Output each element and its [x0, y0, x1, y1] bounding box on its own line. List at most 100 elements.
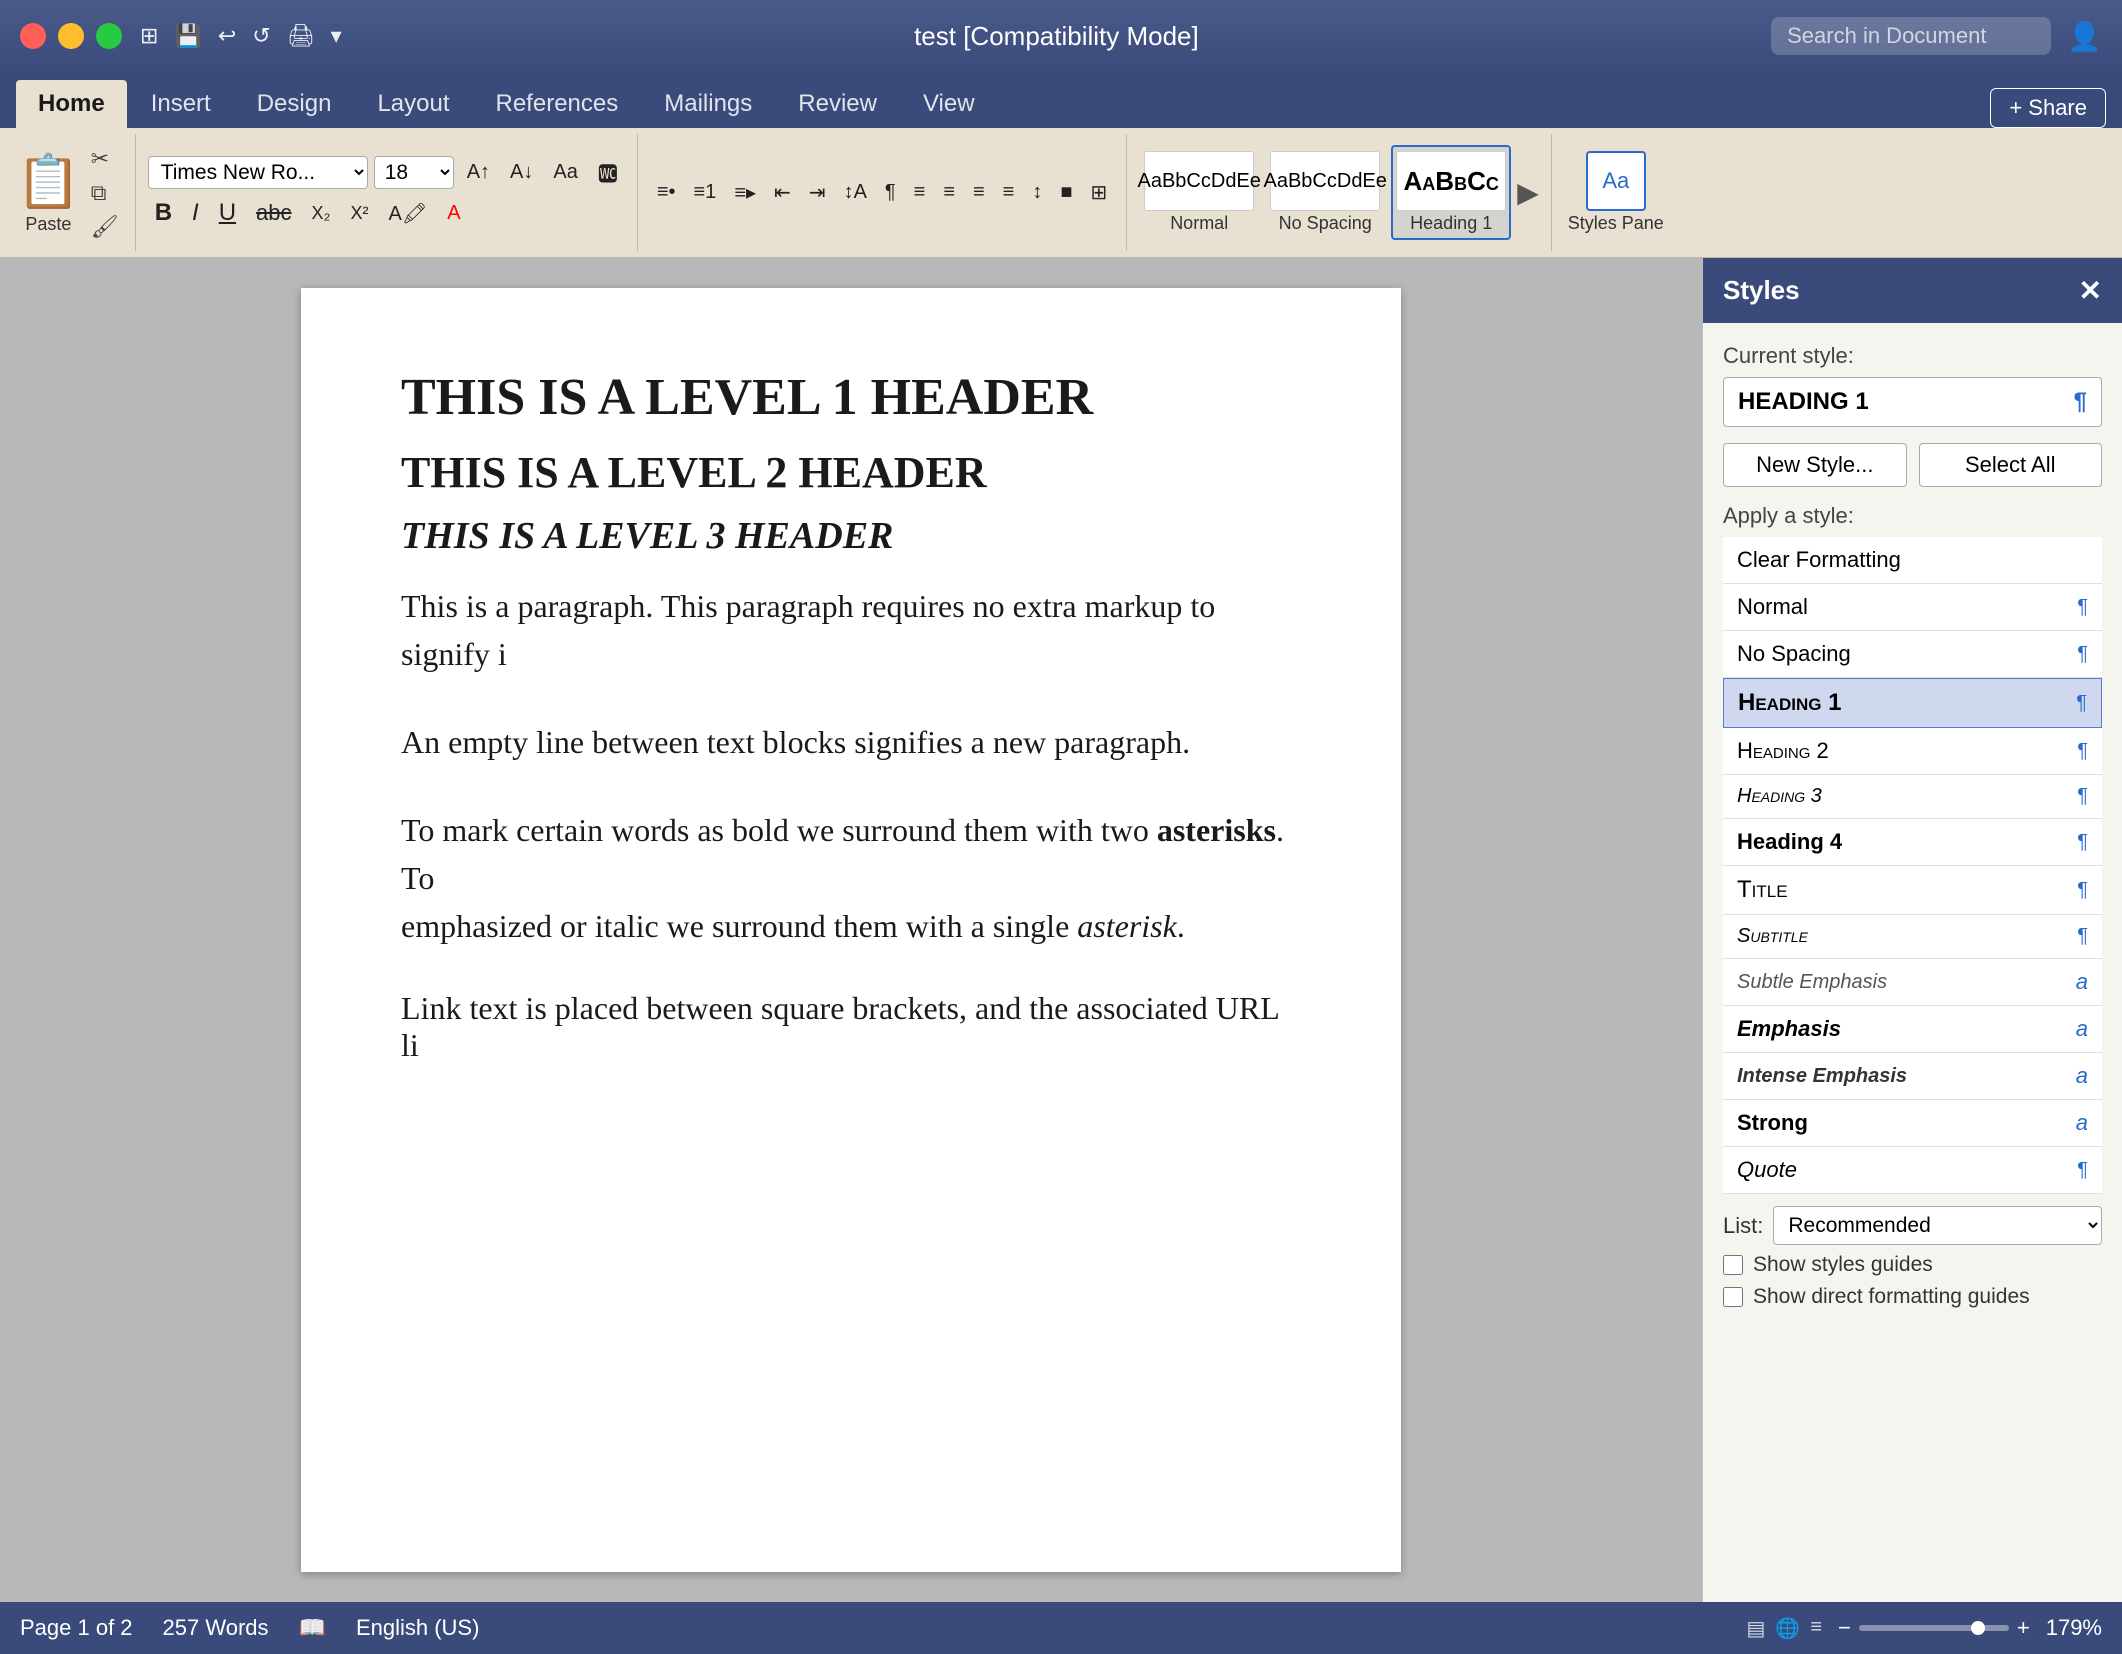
paste-icon[interactable]: 📋 [16, 151, 81, 212]
show-marks-btn[interactable]: ¶ [878, 177, 903, 208]
search-input[interactable] [1771, 17, 2051, 55]
align-center-btn[interactable]: ≡ [936, 177, 962, 208]
cut-icon[interactable]: ✂ [87, 144, 123, 174]
paste-area: 📋 Paste [16, 151, 81, 235]
dropdown-icon[interactable]: ▾ [331, 23, 342, 49]
style-item-heading1-label: Heading 1 [1738, 689, 1841, 717]
tab-mailings[interactable]: Mailings [642, 80, 774, 128]
show-direct-formatting-checkbox[interactable] [1723, 1287, 1743, 1307]
web-layout-icon[interactable]: 🌐 [1775, 1616, 1800, 1641]
style-item-heading4[interactable]: Heading 4 ¶ [1723, 819, 2102, 866]
align-left-btn[interactable]: ≡ [907, 177, 933, 208]
bold-button[interactable]: B [148, 195, 179, 231]
strikethrough-button[interactable]: abc [249, 196, 298, 230]
italic-button[interactable]: I [185, 195, 206, 231]
zoom-out-button[interactable]: − [1838, 1615, 1851, 1641]
style-item-title[interactable]: Title ¶ [1723, 866, 2102, 915]
align-right-btn[interactable]: ≡ [966, 177, 992, 208]
style-preview-normal[interactable]: AaBbCcDdEe Normal [1139, 147, 1259, 238]
zoom-in-button[interactable]: + [2017, 1615, 2030, 1641]
minimize-button[interactable] [58, 23, 84, 49]
superscript-button[interactable]: X² [344, 199, 376, 228]
traffic-lights [20, 23, 122, 49]
style-item-subtitle[interactable]: Subtitle ¶ [1723, 915, 2102, 959]
style-item-emphasis[interactable]: Emphasis a [1723, 1006, 2102, 1053]
save-icon[interactable]: 💾 [174, 23, 201, 49]
list-row: List: Recommended [1723, 1206, 2102, 1245]
font-size-select[interactable]: 18 [374, 156, 454, 189]
increase-font-btn[interactable]: A↑ [460, 157, 497, 188]
style-item-quote[interactable]: Quote ¶ [1723, 1147, 2102, 1194]
list-select[interactable]: Recommended [1773, 1206, 2102, 1245]
style-preview-nospacing[interactable]: AaBbCcDdEe No Spacing [1265, 147, 1385, 238]
account-icon[interactable]: 👤 [2067, 20, 2102, 53]
print-layout-icon[interactable]: ▤ [1747, 1616, 1766, 1641]
font-family-select[interactable]: Times New Ro... [148, 156, 368, 189]
sidebar-icon[interactable]: ⊞ [140, 23, 158, 49]
style-item-heading2[interactable]: Heading 2 ¶ [1723, 728, 2102, 775]
styles-scroll-arrow[interactable]: ▶ [1517, 176, 1539, 209]
clear-format-btn[interactable]: 🆏 [591, 154, 625, 191]
share-button[interactable]: + Share [1990, 88, 2106, 128]
read-mode-icon[interactable]: 📖 [299, 1615, 326, 1641]
styles-pane-close-button[interactable]: ✕ [2079, 274, 2102, 307]
redo-icon[interactable]: ↺ [252, 23, 270, 49]
doc-heading1: THIS IS A LEVEL 1 HEADER [401, 368, 1301, 427]
close-button[interactable] [20, 23, 46, 49]
copy-icon[interactable]: ⧉ [87, 178, 123, 208]
tab-view[interactable]: View [901, 80, 997, 128]
style-item-intense-em-label: Intense Emphasis [1737, 1065, 1907, 1088]
document: THIS IS A LEVEL 1 HEADER THIS IS A LEVEL… [301, 288, 1401, 1572]
tab-insert[interactable]: Insert [129, 80, 233, 128]
tab-references[interactable]: References [474, 80, 641, 128]
style-preview-heading1[interactable]: AaBbCc Heading 1 [1391, 145, 1511, 240]
line-spacing-btn[interactable]: ↕ [1025, 177, 1049, 208]
zoom-bar[interactable] [1859, 1625, 2009, 1631]
style-item-subtle-emphasis[interactable]: Subtle Emphasis a [1723, 959, 2102, 1006]
tab-design[interactable]: Design [235, 80, 354, 128]
subscript-button[interactable]: X₂ [305, 199, 338, 228]
style-item-nospacing[interactable]: No Spacing ¶ [1723, 631, 2102, 678]
decrease-font-btn[interactable]: A↓ [503, 157, 540, 188]
show-styles-guides-checkbox[interactable] [1723, 1255, 1743, 1275]
undo-icon[interactable]: ↩ [218, 23, 236, 49]
format-painter-icon[interactable]: 🖌 [87, 212, 123, 242]
show-styles-guides-label: Show styles guides [1753, 1253, 1933, 1277]
style-item-normal-label: Normal [1737, 594, 1808, 620]
outline-icon[interactable]: ≡ [1810, 1616, 1822, 1641]
tab-review[interactable]: Review [776, 80, 899, 128]
sort-btn[interactable]: ↕A [837, 177, 874, 208]
style-item-normal[interactable]: Normal ¶ [1723, 584, 2102, 631]
zoom-level: 179% [2046, 1615, 2102, 1641]
underline-button[interactable]: U [212, 195, 243, 231]
styles-pane-button[interactable]: Aa Styles Pane [1564, 147, 1668, 238]
shading-btn[interactable]: ■ [1053, 177, 1079, 208]
print-icon[interactable]: 🖨 [287, 23, 315, 49]
increase-indent-btn[interactable]: ⇥ [802, 176, 833, 209]
document-area[interactable]: THIS IS A LEVEL 1 HEADER THIS IS A LEVEL… [0, 258, 1702, 1602]
highlight-btn[interactable]: A🖍 [382, 197, 435, 230]
style-item-strong[interactable]: Strong a [1723, 1100, 2102, 1147]
style-item-clear-formatting[interactable]: Clear Formatting [1723, 537, 2102, 584]
select-all-button[interactable]: Select All [1919, 443, 2103, 487]
tab-layout[interactable]: Layout [355, 80, 471, 128]
font-color-btn[interactable]: A [440, 198, 467, 229]
decrease-indent-btn[interactable]: ⇤ [767, 176, 798, 209]
justify-btn[interactable]: ≡ [996, 177, 1022, 208]
change-case-btn[interactable]: Aa [546, 157, 584, 188]
doc-p3-end: . [1177, 908, 1185, 944]
doc-heading3: THIS IS A LEVEL 3 HEADER [401, 514, 1301, 558]
tab-home[interactable]: Home [16, 80, 127, 128]
numbering-btn[interactable]: ≡1 [687, 177, 724, 208]
clipboard-small: ✂ ⧉ 🖌 [87, 144, 123, 242]
new-style-button[interactable]: New Style... [1723, 443, 1907, 487]
maximize-button[interactable] [96, 23, 122, 49]
bullets-btn[interactable]: ≡• [650, 177, 683, 208]
style-item-heading1[interactable]: Heading 1 ¶ [1723, 678, 2102, 728]
multilevel-btn[interactable]: ≡▸ [727, 176, 763, 209]
style-item-heading3[interactable]: Heading 3 ¶ [1723, 775, 2102, 819]
show-direct-formatting-row: Show direct formatting guides [1723, 1285, 2102, 1309]
style-label-nospacing: No Spacing [1279, 213, 1372, 234]
style-item-intense-emphasis[interactable]: Intense Emphasis a [1723, 1053, 2102, 1100]
borders-btn[interactable]: ⊞ [1083, 176, 1114, 209]
